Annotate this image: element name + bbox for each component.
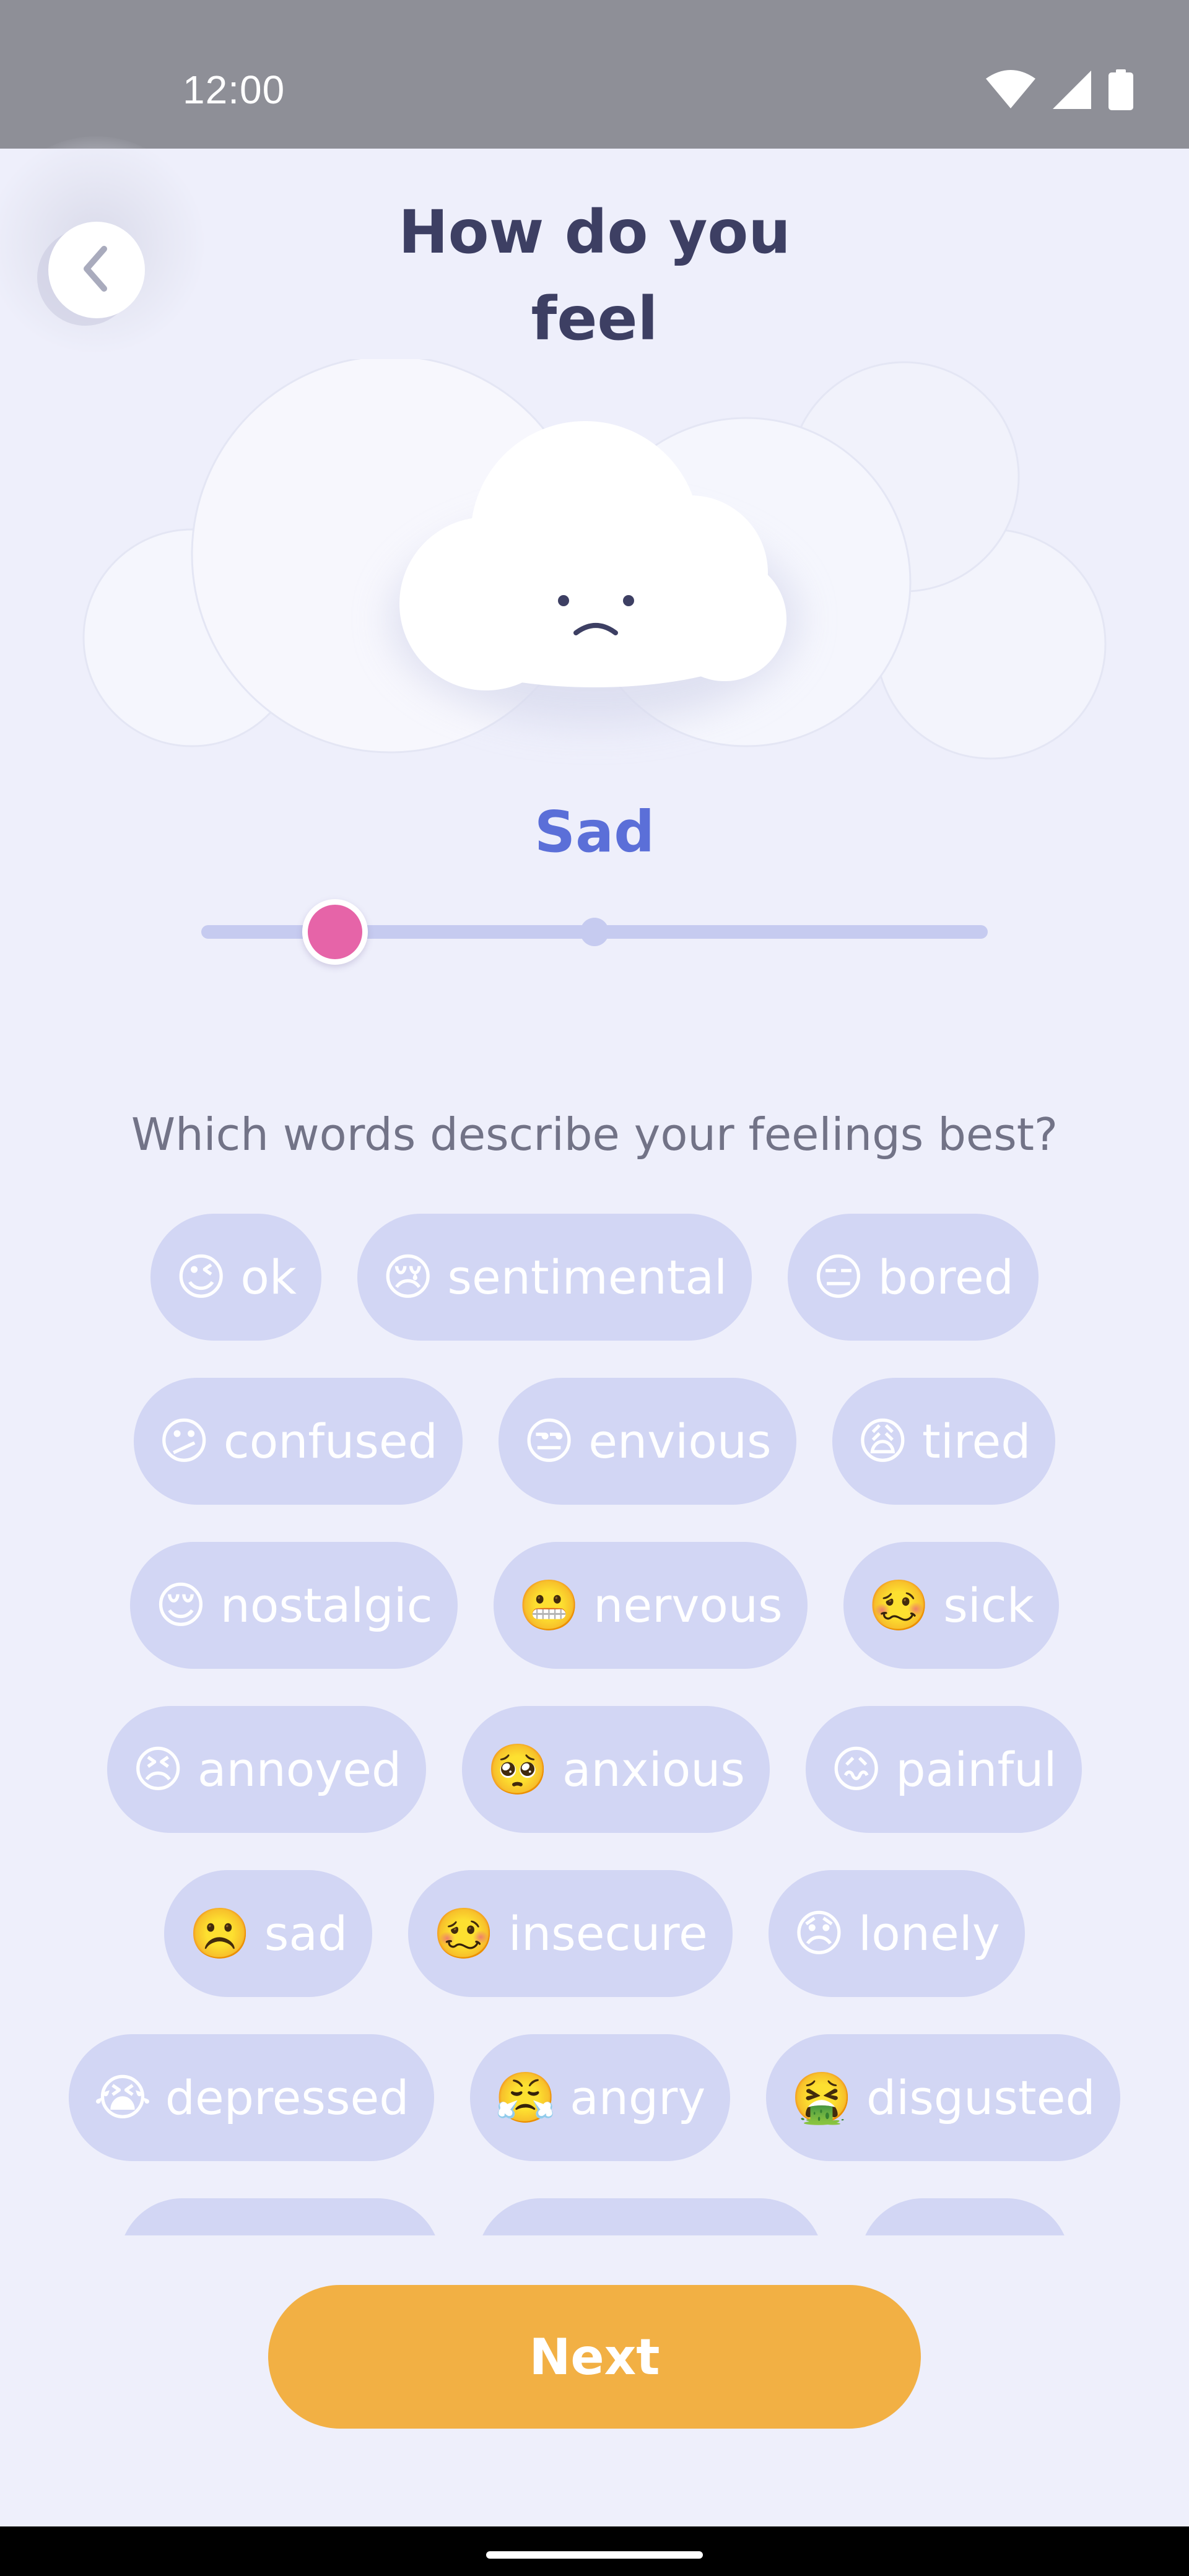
feeling-chip[interactable]: ☹️ sad	[164, 1870, 373, 1997]
chip-label: depressed	[165, 2070, 409, 2125]
status-bar: 12:00	[0, 0, 1189, 149]
chip-emoji-icon: 😭	[94, 2069, 152, 2126]
feeling-chip[interactable]	[477, 2198, 824, 2235]
chip-emoji-icon: 😬	[518, 1576, 580, 1634]
feeling-chip[interactable]: 😩 tired	[832, 1378, 1056, 1505]
chip-emoji-icon: 😤	[494, 2068, 557, 2126]
chip-emoji-icon: 😣	[132, 1741, 184, 1798]
chip-label: anxious	[562, 1742, 745, 1797]
mood-label: Sad	[534, 799, 655, 865]
chip-label: ok	[240, 1250, 297, 1305]
chip-row: ☹️ sad 🥴 insecure 😞 lonely	[0, 1870, 1189, 1997]
chip-label: nervous	[593, 1578, 783, 1633]
feeling-chip[interactable]: 🤮 disgusted	[766, 2034, 1120, 2161]
chip-emoji-icon: 😌	[155, 1577, 207, 1634]
page-title-line2: feel	[531, 284, 658, 354]
feeling-chip[interactable]: 😉 ok	[150, 1214, 321, 1341]
mood-cloud-illustration	[0, 355, 1189, 793]
feeling-chip[interactable]	[860, 2198, 1070, 2235]
chip-label: sick	[943, 1578, 1034, 1633]
chip-row: 😣 annoyed 🥺 anxious 😖 painful	[0, 1706, 1189, 1833]
chip-row: 😕 confused 😒 envious 😩 tired	[0, 1378, 1189, 1505]
signal-icon	[1053, 71, 1091, 109]
chip-label: insecure	[508, 1906, 708, 1961]
chip-emoji-icon: 😉	[175, 1248, 227, 1306]
page-title: How do you feel	[0, 189, 1189, 362]
chip-label: tired	[921, 1414, 1031, 1469]
feeling-chip[interactable]: 😕 confused	[133, 1378, 463, 1505]
chip-label: bored	[878, 1250, 1014, 1305]
chip-row: 😉 ok 😢 sentimental 😑 bored	[0, 1214, 1189, 1341]
feeling-chip[interactable]: 😒 envious	[498, 1378, 796, 1505]
feeling-chip[interactable]: 😌 nostalgic	[130, 1542, 458, 1669]
feeling-chip[interactable]: 😬 nervous	[493, 1542, 808, 1669]
status-time: 12:00	[183, 67, 285, 112]
chip-emoji-icon: 😑	[812, 1248, 865, 1306]
chip-emoji-icon: 🥴	[868, 1576, 930, 1634]
chip-label: sad	[264, 1906, 348, 1961]
feeling-chip[interactable]	[119, 2198, 441, 2235]
chip-row: 😭 depressed 😤 angry 🤮 disgusted	[0, 2034, 1189, 2161]
feeling-chip[interactable]: 😭 depressed	[69, 2034, 434, 2161]
feeling-chip[interactable]: 😣 annoyed	[107, 1706, 427, 1833]
feeling-chips: 😉 ok 😢 sentimental 😑 bored 😕 confused 😒 envious 😩 t…	[0, 1214, 1189, 2235]
battery-icon	[1108, 69, 1133, 110]
chip-row	[0, 2198, 1189, 2235]
chip-emoji-icon: 🥺	[487, 1740, 549, 1798]
feeling-chip[interactable]: 😤 angry	[469, 2034, 731, 2161]
feeling-chip[interactable]: 😞 lonely	[768, 1870, 1025, 1997]
chip-label: disgusted	[866, 2070, 1095, 2125]
chip-label: annoyed	[197, 1742, 402, 1797]
chip-label: lonely	[858, 1906, 1000, 1961]
wifi-icon	[986, 70, 1035, 110]
chip-label: sentimental	[447, 1250, 728, 1305]
chip-label: painful	[895, 1742, 1057, 1797]
feeling-chip[interactable]: 🥴 sick	[843, 1542, 1059, 1669]
chip-emoji-icon: 🥴	[433, 1904, 495, 1962]
slider-midpoint	[580, 918, 609, 946]
chip-label: nostalgic	[220, 1578, 433, 1633]
slider-thumb[interactable]	[302, 899, 368, 965]
feeling-chip[interactable]: 😑 bored	[788, 1214, 1039, 1341]
feelings-question: Which words describe your feelings best?	[131, 1108, 1058, 1160]
chip-label: envious	[588, 1414, 772, 1469]
feeling-chip[interactable]: 😢 sentimental	[357, 1214, 752, 1341]
feeling-chip[interactable]: 😖 painful	[805, 1706, 1082, 1833]
feeling-chip[interactable]: 🥴 insecure	[408, 1870, 733, 1997]
page-title-line1: How do you	[398, 198, 791, 267]
chip-emoji-icon: 😒	[523, 1412, 575, 1470]
chip-emoji-icon: 😞	[793, 1905, 845, 1962]
feeling-chip[interactable]: 🥺 anxious	[462, 1706, 770, 1833]
chip-emoji-icon: 😖	[830, 1741, 882, 1798]
chip-label: angry	[570, 2070, 706, 2125]
chip-emoji-icon: ☹️	[189, 1904, 251, 1962]
chip-row: 😌 nostalgic 😬 nervous 🥴 sick	[0, 1542, 1189, 1669]
chip-emoji-icon: 😩	[856, 1412, 908, 1470]
chip-emoji-icon: 🤮	[791, 2068, 853, 2126]
home-indicator[interactable]	[486, 2551, 703, 2559]
chip-label: confused	[223, 1414, 438, 1469]
mood-slider[interactable]	[201, 899, 988, 965]
next-button[interactable]: Next	[268, 2285, 921, 2429]
status-icons	[986, 68, 1133, 111]
chip-emoji-icon: 😢	[381, 1248, 434, 1306]
chip-emoji-icon: 😕	[158, 1412, 210, 1470]
